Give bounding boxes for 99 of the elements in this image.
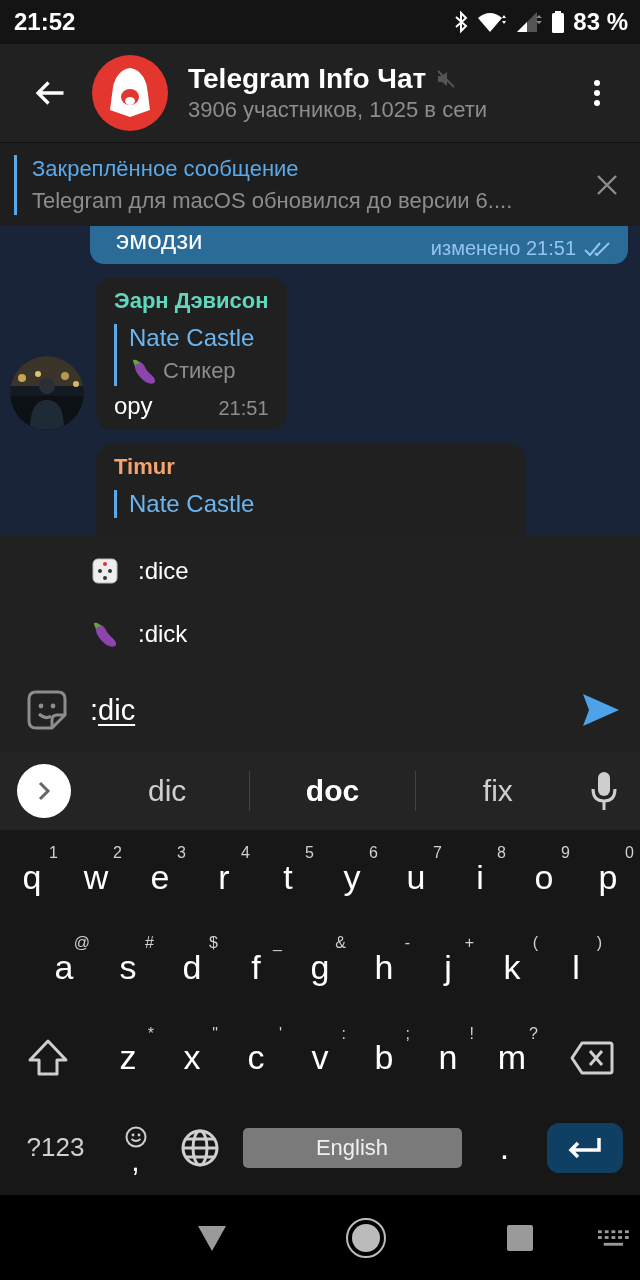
key-hint: $ — [209, 934, 218, 953]
key-hint: + — [464, 934, 474, 953]
keyboard-key[interactable]: j + — [416, 924, 480, 1011]
sender-name[interactable]: Эарн Дэвисон — [114, 288, 269, 314]
word-suggestion[interactable]: doc — [250, 774, 415, 808]
bluetooth-icon — [453, 10, 470, 34]
keyboard-key[interactable]: q 1 — [0, 834, 64, 921]
keyboard-key[interactable]: s # — [96, 924, 160, 1011]
keyboard-key[interactable]: i 8 — [448, 834, 512, 921]
sticker-icon[interactable] — [26, 689, 68, 731]
message-time: изменено 21:51 — [430, 237, 576, 260]
keyboard-key[interactable]: w 2 — [64, 834, 128, 921]
keyboard-key[interactable]: r 4 — [192, 834, 256, 921]
key-hint: 4 — [241, 844, 250, 863]
key-hint: 6 — [369, 844, 378, 863]
battery-level: 83 % — [573, 8, 628, 36]
keyboard-key[interactable]: d $ — [160, 924, 224, 1011]
symbols-key[interactable]: ?123 — [7, 1104, 104, 1191]
keyboard-key[interactable]: . — [472, 1104, 537, 1191]
keyboard-key[interactable]: f _ — [224, 924, 288, 1011]
message-time: 21:51 — [218, 397, 269, 420]
home-icon[interactable] — [345, 1216, 388, 1259]
more-options-icon[interactable] — [592, 78, 602, 108]
reply-sender-name: Nate Castle — [129, 490, 255, 518]
close-icon[interactable] — [596, 173, 618, 196]
key-hint: ? — [529, 1024, 538, 1043]
key-hint: 0 — [625, 844, 634, 863]
keyboard-key[interactable]: a @ — [32, 924, 96, 1011]
key-hint: ' — [278, 1024, 282, 1043]
key-hint: " — [212, 1024, 218, 1043]
reply-sender-name: Nate Castle — [129, 324, 255, 352]
keyboard-key[interactable]: l ) — [544, 924, 608, 1011]
message-text: ору — [114, 392, 153, 420]
keyboard-key[interactable]: e 3 — [128, 834, 192, 921]
word-suggestion[interactable]: dic — [85, 774, 250, 808]
reply-accent-line — [114, 324, 117, 386]
chat-title: Telegram Info Чат — [188, 63, 427, 95]
pinned-text: Telegram для macOS обновился до версии 6.... — [32, 187, 513, 214]
key-hint: ( — [532, 934, 538, 953]
expand-button[interactable] — [17, 764, 71, 818]
key-hint: & — [335, 934, 346, 953]
member-count: 3906 участников, 1025 в сети — [188, 97, 487, 123]
keyboard-key[interactable]: m ? — [480, 1014, 544, 1101]
key-hint: 2 — [113, 844, 122, 863]
keyboard-key[interactable]: h - — [352, 924, 416, 1011]
keyboard-key[interactable]: x " — [160, 1014, 224, 1101]
keyboard-key[interactable]: o 9 — [512, 834, 576, 921]
microphone-icon[interactable] — [590, 771, 618, 811]
key-hint: 3 — [177, 844, 186, 863]
status-time: 21:52 — [14, 8, 76, 36]
reply-accent-line — [114, 490, 117, 518]
key-hint: : — [341, 1024, 346, 1043]
sender-name[interactable]: Timur — [114, 454, 508, 480]
smiley-icon — [124, 1125, 147, 1148]
shift-icon — [26, 1037, 70, 1078]
keyboard-key[interactable]: g & — [288, 924, 352, 1011]
pinned-label: Закреплённое сообщение — [32, 155, 300, 182]
space-bar[interactable]: English — [242, 1127, 462, 1168]
key-hint: 8 — [497, 844, 506, 863]
keyboard-key[interactable]: p 0 — [576, 834, 640, 921]
chevron-right-icon — [36, 779, 52, 803]
key-hint: 5 — [305, 844, 314, 863]
keyboard-key[interactable]: t 5 — [256, 834, 320, 921]
key-hint: # — [145, 934, 154, 953]
reply-preview-text: Стикер — [163, 358, 236, 384]
keyboard-key[interactable]: z * — [96, 1014, 160, 1101]
emoji-suggestion[interactable]: :dick — [138, 619, 188, 648]
signal-icon — [515, 11, 544, 33]
keyboard-key[interactable]: n ! — [416, 1014, 480, 1101]
key-hint: * — [147, 1024, 154, 1043]
keyboard-key[interactable]: k ( — [480, 924, 544, 1011]
message-input-field[interactable]: :dic — [90, 693, 136, 727]
key-hint: - — [404, 934, 410, 953]
message-text: эмодзи — [116, 226, 203, 254]
keyboard-key[interactable]: c ' — [224, 1014, 288, 1101]
send-icon[interactable] — [582, 693, 620, 727]
key-hint: 1 — [49, 844, 58, 863]
key-hint: @ — [73, 934, 90, 953]
enter-key[interactable] — [546, 1122, 623, 1173]
dice-icon — [90, 555, 120, 586]
key-hint: ) — [596, 934, 602, 953]
keyboard-key[interactable]: b ; — [352, 1014, 416, 1101]
key-hint: 9 — [561, 844, 570, 863]
keyboard-key[interactable]: u 7 — [384, 834, 448, 921]
pinned-accent-line — [14, 154, 17, 215]
group-avatar-icon[interactable] — [92, 55, 168, 131]
key-hint: _ — [273, 934, 282, 953]
keyboard-key[interactable]: y 6 — [320, 834, 384, 921]
key-hint: 7 — [433, 844, 442, 863]
pinned-message-bar[interactable]: Закреплённое сообщение Telegram для macOS обновился до версии 6.... — [0, 142, 640, 226]
word-suggestion[interactable]: fix — [415, 774, 580, 808]
keyboard-icon[interactable] — [597, 1227, 630, 1248]
battery-icon — [551, 10, 566, 34]
keyboard-key[interactable]: v : — [288, 1014, 352, 1101]
emoji-comma-key[interactable]: , — [103, 1104, 168, 1191]
wifi-icon — [477, 11, 508, 33]
key-hint: ; — [405, 1024, 410, 1043]
emoji-suggestion[interactable]: :dice — [138, 556, 189, 585]
key-hint: ! — [469, 1024, 474, 1043]
